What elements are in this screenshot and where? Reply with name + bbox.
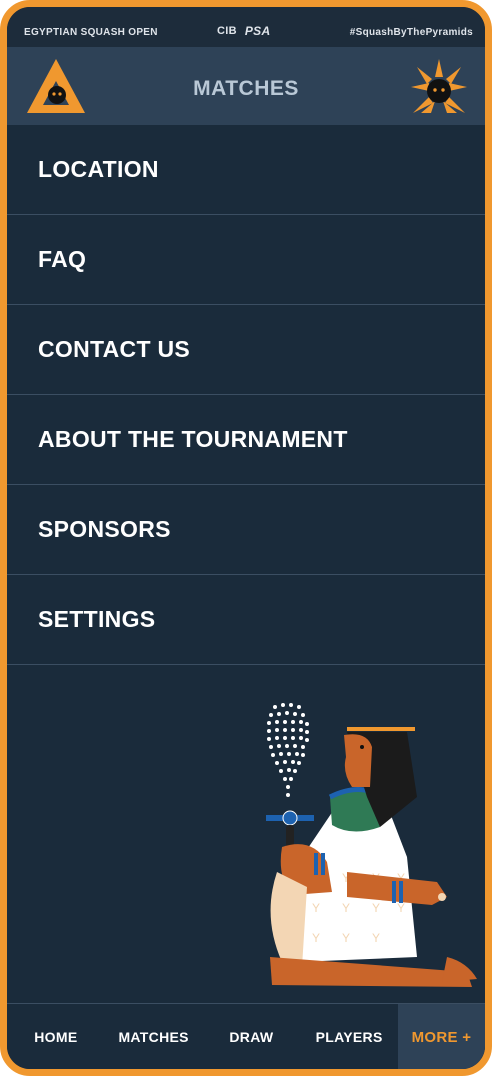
svg-text:Y: Y [372,931,380,945]
menu-item-label: CONTACT US [38,336,191,362]
header: MATCHES [7,47,485,125]
tab-home[interactable]: HOME [7,1004,105,1069]
menu-item-settings[interactable]: SETTINGS [7,575,485,665]
menu-item-faq[interactable]: FAQ [7,215,485,305]
sponsor-logos: CIB PSA [217,24,270,38]
menu-item-label: SPONSORS [38,516,171,542]
menu-item-label: ABOUT THE TOURNAMENT [38,426,348,452]
tab-matches[interactable]: MATCHES [105,1004,203,1069]
sun-logo-icon [407,57,471,122]
more-menu: LOCATION FAQ CONTACT US ABOUT THE TOURNA… [7,125,485,665]
app-frame: EGYPTIAN SQUASH OPEN CIB PSA #SquashByTh… [0,0,492,1076]
menu-item-location[interactable]: LOCATION [7,125,485,215]
tab-more[interactable]: MORE + [398,1004,485,1069]
svg-text:Y: Y [372,901,380,915]
tab-draw[interactable]: DRAW [203,1004,301,1069]
egyptian-squash-player-illustration: YYYY YYYY YYY [242,687,482,997]
svg-text:Y: Y [342,901,350,915]
hashtag: #SquashByThePyramids [349,27,473,38]
menu-item-about-the-tournament[interactable]: ABOUT THE TOURNAMENT [7,395,485,485]
menu-item-sponsors[interactable]: SPONSORS [7,485,485,575]
bottom-tab-bar: HOME MATCHES DRAW PLAYERS MORE + [7,1003,485,1069]
sponsor-psa-logo: PSA [244,24,271,38]
svg-text:Y: Y [312,931,320,945]
svg-text:Y: Y [312,901,320,915]
event-name: EGYPTIAN SQUASH OPEN [24,27,158,38]
svg-text:Y: Y [397,901,405,915]
tab-players[interactable]: PLAYERS [300,1004,398,1069]
menu-item-label: LOCATION [38,156,159,182]
svg-text:Y: Y [342,931,350,945]
menu-item-contact-us[interactable]: CONTACT US [7,305,485,395]
status-bar: EGYPTIAN SQUASH OPEN CIB PSA #SquashByTh… [7,7,485,47]
menu-item-label: SETTINGS [38,606,156,632]
sponsor-cib-logo: CIB [217,25,237,37]
menu-item-label: FAQ [38,246,87,272]
